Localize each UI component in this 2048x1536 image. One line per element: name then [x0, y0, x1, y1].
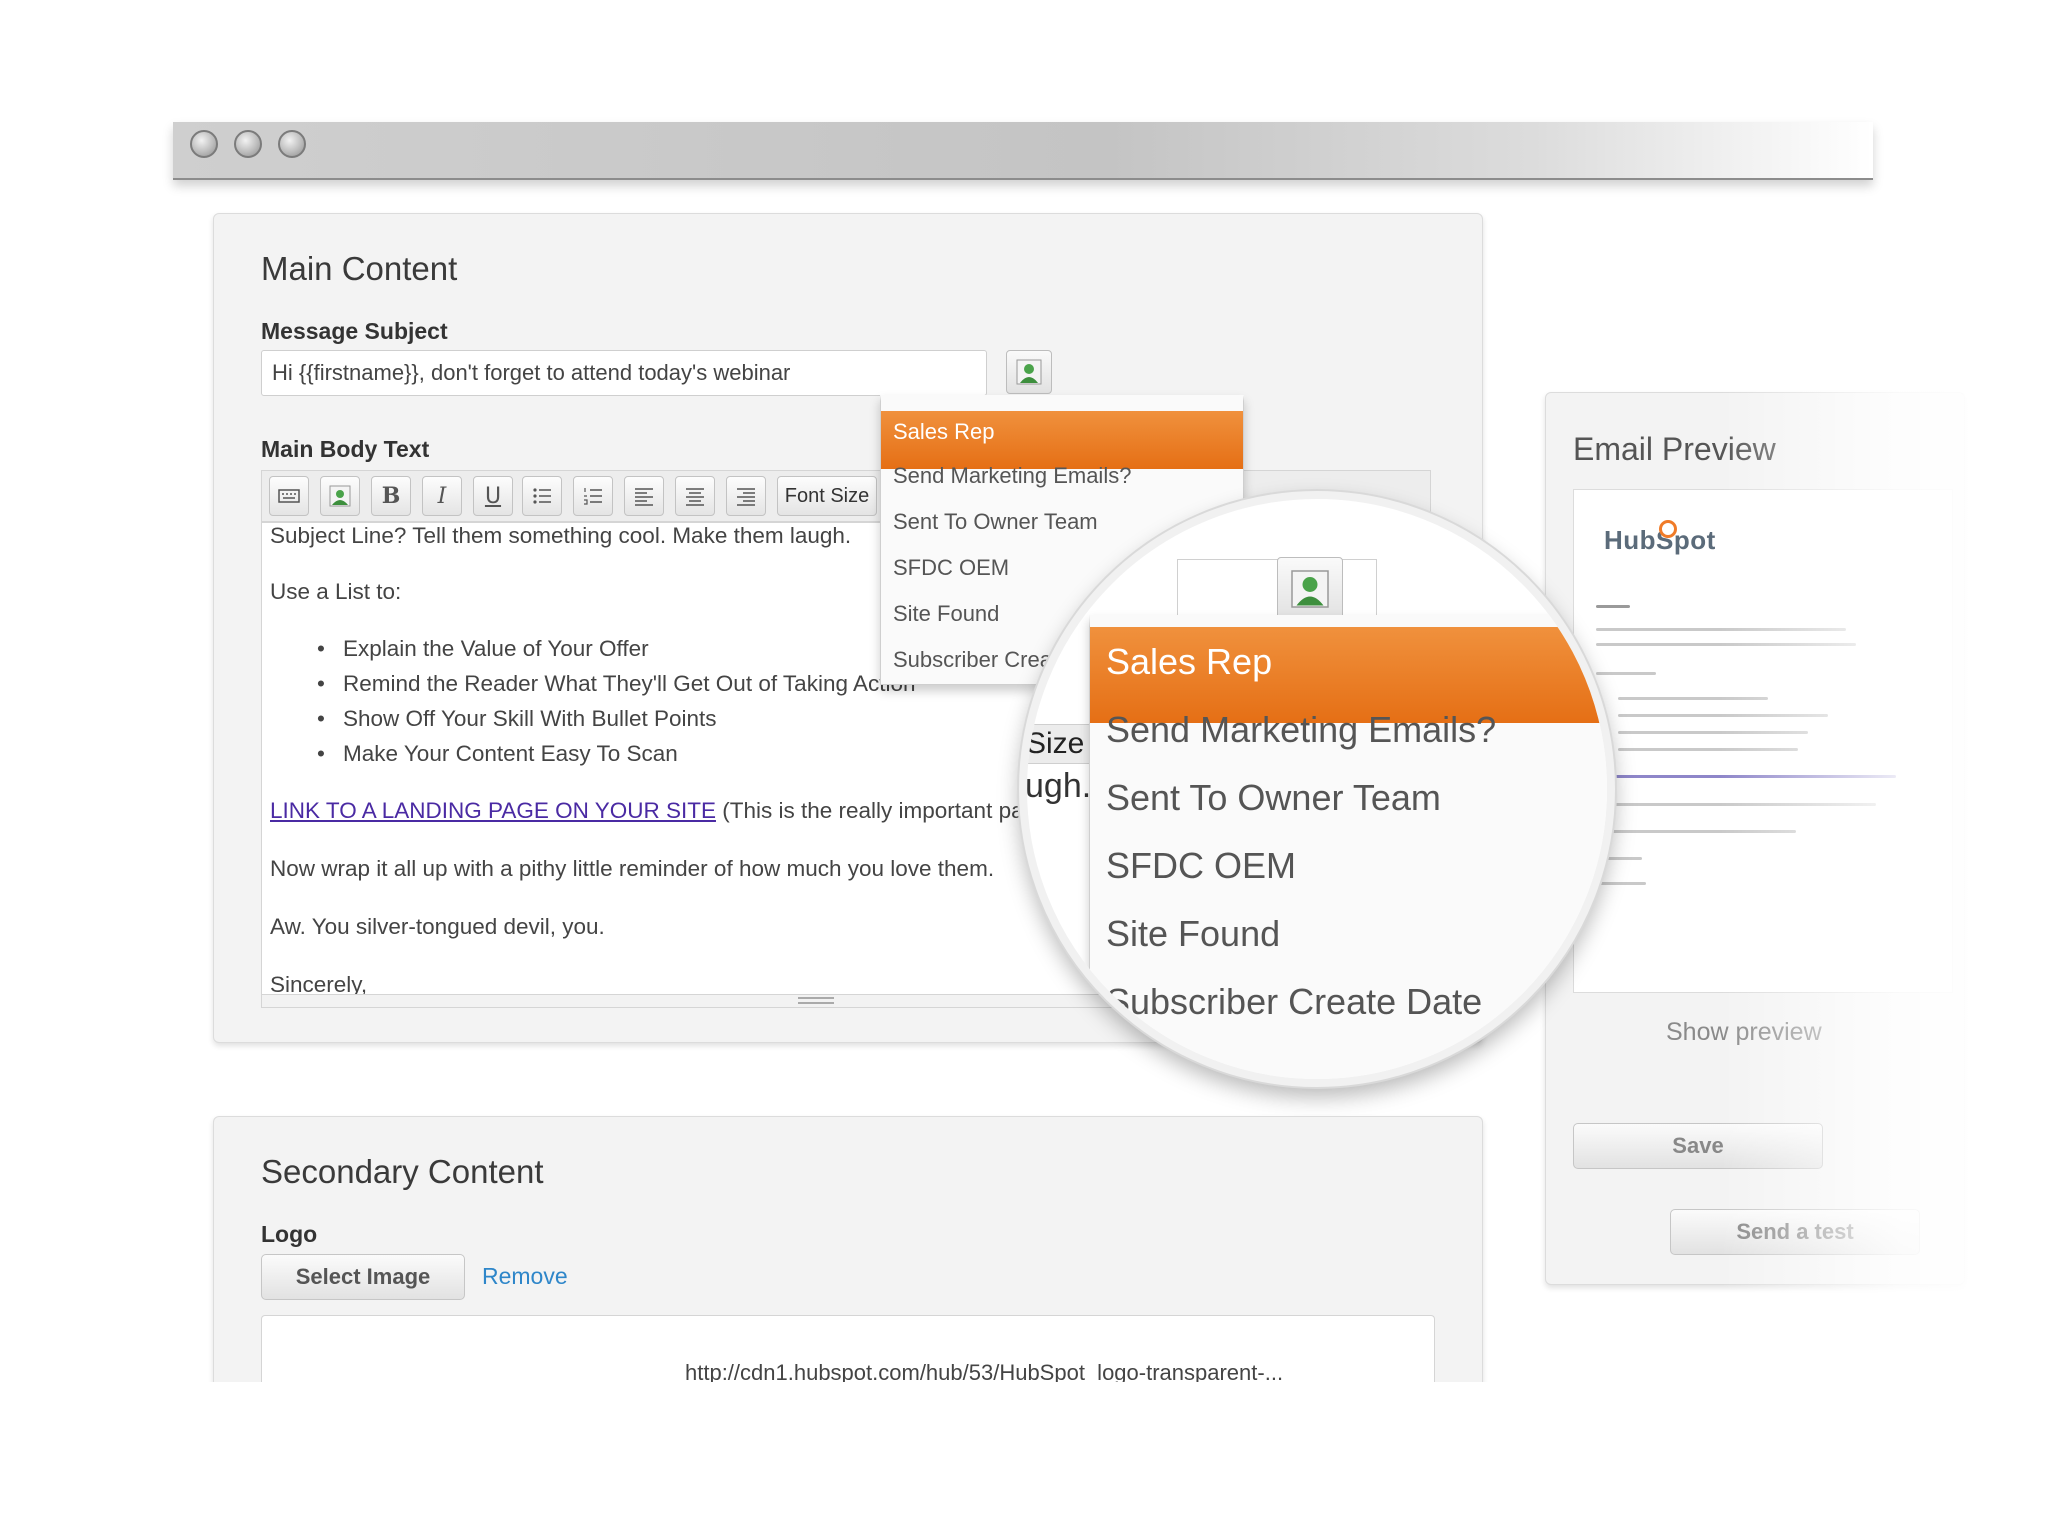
- body-list-intro: Use a List to:: [270, 579, 402, 604]
- sprocket-icon: [1659, 520, 1677, 538]
- toolbar-bold-button[interactable]: B: [371, 476, 411, 516]
- email-preview-title: Email Preview: [1573, 431, 1776, 467]
- remove-logo-link[interactable]: Remove: [482, 1263, 568, 1290]
- window-close-button[interactable]: [190, 130, 218, 158]
- body-bullet: Make Your Content Easy To Scan: [317, 741, 678, 767]
- logo-label: Logo: [261, 1221, 318, 1247]
- magnifier-lens: Size ugh. Sales Rep Send Marketing Email…: [1019, 491, 1615, 1087]
- contact-token-icon: [329, 485, 351, 507]
- align-left-icon: [635, 488, 653, 506]
- send-test-button[interactable]: Send a test: [1670, 1209, 1920, 1255]
- toolbar-align-right-button[interactable]: [726, 476, 766, 516]
- body-line-wrap: Now wrap it all up with a pithy little r…: [270, 856, 995, 881]
- toolbar-align-center-button[interactable]: [675, 476, 715, 516]
- toolbar-underline-button[interactable]: U: [473, 476, 513, 516]
- magnified-font-size-fragment: Size: [1027, 724, 1099, 764]
- contact-token-icon: [1291, 570, 1329, 608]
- select-image-button[interactable]: Select Image: [261, 1254, 465, 1300]
- message-subject-input[interactable]: Hi {{firstname}}, don't forget to attend…: [261, 350, 987, 396]
- page-bottom-cutoff: [0, 1382, 2048, 1536]
- bullet-list-icon: [533, 488, 551, 504]
- personalize-subject-button[interactable]: [1006, 350, 1052, 394]
- align-right-icon: [737, 488, 755, 506]
- magnified-text-fragment: ugh.: [1025, 767, 1092, 805]
- secondary-content-title: Secondary Content: [261, 1153, 544, 1190]
- italic-icon: I: [437, 483, 447, 509]
- toolbar-font-size-select[interactable]: Font Size: [777, 476, 877, 516]
- message-subject-label: Message Subject: [261, 318, 448, 344]
- body-bullet: Remind the Reader What They'll Get Out o…: [317, 671, 915, 697]
- toolbar-kitchen-sink-button[interactable]: [269, 476, 309, 516]
- toolbar-align-left-button[interactable]: [624, 476, 664, 516]
- font-size-label: Font Size: [784, 484, 870, 507]
- magnified-dropdown: Sales Rep Send Marketing Emails? Sent To…: [1089, 615, 1607, 1079]
- window-minimize-button[interactable]: [234, 130, 262, 158]
- magnified-personalize-button: [1277, 557, 1343, 621]
- save-button-label: Save: [1672, 1133, 1724, 1158]
- toolbar-bullet-list-button[interactable]: [522, 476, 562, 516]
- landing-page-link[interactable]: LINK TO A LANDING PAGE ON YOUR SITE: [270, 798, 716, 823]
- align-center-icon: [686, 488, 704, 506]
- magnified-item-subscriber-create-date: Subscriber Create Date: [1106, 981, 1483, 1022]
- send-test-button-label: Send a test: [1736, 1219, 1854, 1244]
- show-preview-link[interactable]: Show preview: [1666, 1018, 1822, 1047]
- resize-grip-icon[interactable]: [798, 997, 834, 1004]
- email-preview-frame: HubSpot: [1573, 489, 1953, 993]
- body-bullet: Show Off Your Skill With Bullet Points: [317, 706, 716, 732]
- toolbar-personalize-button[interactable]: [320, 476, 360, 516]
- toolbar-italic-button[interactable]: I: [422, 476, 462, 516]
- main-body-label: Main Body Text: [261, 436, 430, 462]
- toolbar-numbered-list-button[interactable]: [573, 476, 613, 516]
- landing-page-note: (This is the really important part.): [722, 798, 1052, 823]
- body-line-subject: Subject Line? Tell them something cool. …: [270, 523, 852, 548]
- underline-icon: U: [484, 483, 502, 509]
- window-zoom-button[interactable]: [278, 130, 306, 158]
- select-image-label: Select Image: [295, 1264, 431, 1289]
- numbered-list-icon: [584, 488, 602, 505]
- body-line-aw: Aw. You silver-tongued devil, you.: [270, 914, 605, 939]
- keyboard-icon: [278, 489, 300, 503]
- window-titlebar: [173, 122, 1873, 180]
- body-bullet: Explain the Value of Your Offer: [317, 636, 649, 662]
- bold-icon: B: [381, 483, 401, 509]
- contact-token-icon: [1016, 359, 1042, 385]
- main-content-title: Main Content: [261, 250, 458, 287]
- save-button[interactable]: Save: [1573, 1123, 1823, 1169]
